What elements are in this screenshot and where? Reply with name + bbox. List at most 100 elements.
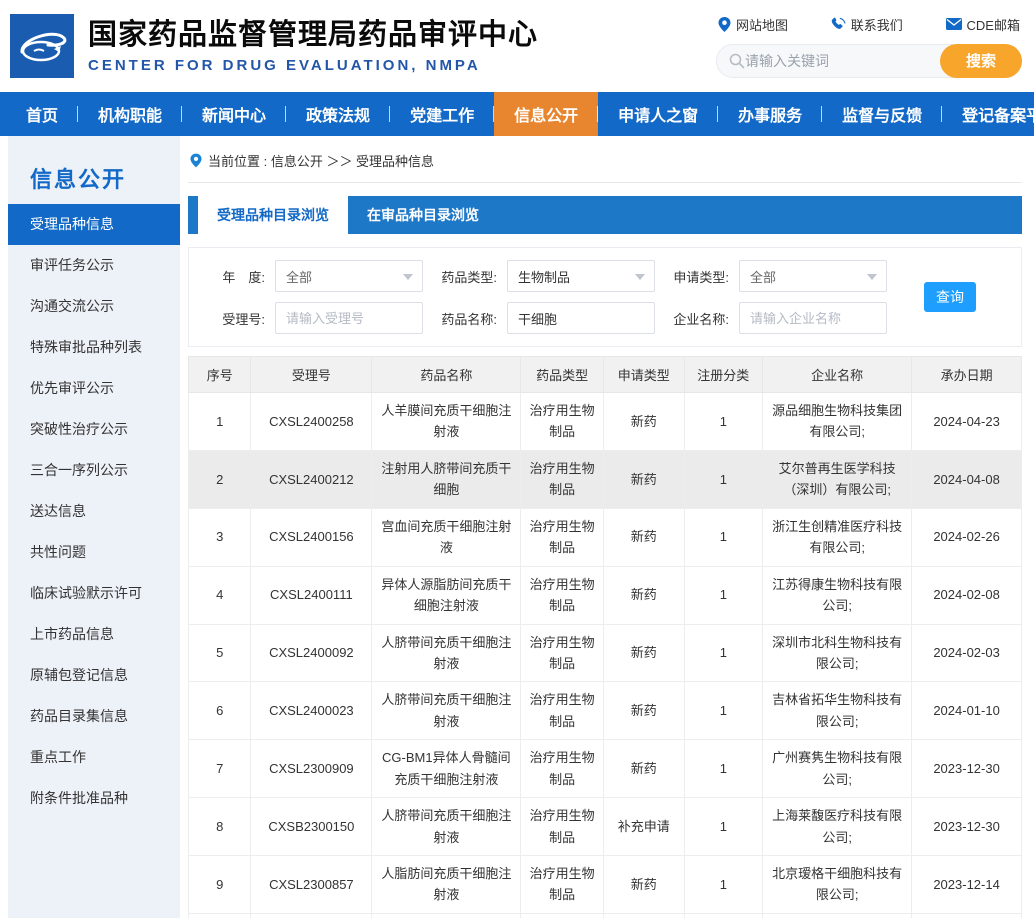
nav-item-label: 首页 xyxy=(26,102,58,126)
nav-item[interactable]: 首页 xyxy=(6,92,78,136)
sidebar-item[interactable]: 突破性治疗公示 xyxy=(8,409,180,450)
nav-item[interactable]: 党建工作 xyxy=(390,92,494,136)
tab-accepted-catalog[interactable]: 受理品种目录浏览 xyxy=(198,196,348,234)
apply-type-select[interactable]: 全部 xyxy=(739,260,887,292)
site-title: 国家药品监督管理局药品审评中心 xyxy=(88,18,538,53)
main-nav: 首页 机构职能 新闻中心 政策法规 党建工作 信息公开 申请人之窗 办事服务 监… xyxy=(0,92,1034,136)
nav-item[interactable]: 新闻中心 xyxy=(182,92,286,136)
sidebar-item-label: 优先审评公示 xyxy=(30,380,114,396)
cell-reg-class: 1 xyxy=(684,508,763,566)
cell-reg-class: 1 xyxy=(684,566,763,624)
chevron-down-icon xyxy=(635,274,645,280)
tab-under-review-catalog[interactable]: 在审品种目录浏览 xyxy=(348,196,498,234)
sidebar-item[interactable]: 附条件批准品种 xyxy=(8,778,180,819)
nav-item-label: 信息公开 xyxy=(514,102,578,126)
cell-no: 7 xyxy=(189,740,251,798)
sidebar-item[interactable]: 审评任务公示 xyxy=(8,245,180,286)
drug-name-label: 药品名称: xyxy=(423,309,507,328)
apply-type-label: 申请类型: xyxy=(655,267,739,286)
main-nav-list: 首页 机构职能 新闻中心 政策法规 党建工作 信息公开 申请人之窗 办事服务 监… xyxy=(0,92,1034,136)
cell-accept-no: CXSL2300857 xyxy=(251,856,372,914)
cell-date: 2024-02-03 xyxy=(912,624,1022,682)
cell-reg-class: 1 xyxy=(684,913,763,918)
table-row[interactable]: 1 CXSL2400258 人羊膜间充质干细胞注射液 治疗用生物制品 新药 1 … xyxy=(189,393,1022,451)
table-row[interactable]: 6 CXSL2400023 人脐带间充质干细胞注射液 治疗用生物制品 新药 1 … xyxy=(189,682,1022,740)
cell-drug-name: HBG基因修饰的自体CD34+造血干细胞注射液 xyxy=(372,913,521,918)
table-row[interactable]: 8 CXSB2300150 人脐带间充质干细胞注射液 治疗用生物制品 补充申请 … xyxy=(189,798,1022,856)
sidebar-item[interactable]: 沟通交流公示 xyxy=(8,286,180,327)
search-button[interactable]: 搜索 xyxy=(940,44,1022,78)
nav-item[interactable]: 监督与反馈 xyxy=(822,92,942,136)
cell-accept-no: CXSL2300909 xyxy=(251,740,372,798)
sidebar-item-label: 药品目录集信息 xyxy=(30,708,128,724)
sidebar-item[interactable]: 原辅包登记信息 xyxy=(8,655,180,696)
nav-item-label: 机构职能 xyxy=(98,102,162,126)
table-row[interactable]: 7 CXSL2300909 CG-BM1异体人骨髓间充质干细胞注射液 治疗用生物… xyxy=(189,740,1022,798)
table-row[interactable]: 5 CXSL2400092 人脐带间充质干细胞注射液 治疗用生物制品 新药 1 … xyxy=(189,624,1022,682)
sidebar-item-label: 审评任务公示 xyxy=(30,257,114,273)
mailbox-label: CDE邮箱 xyxy=(967,15,1020,34)
nav-item[interactable]: 政策法规 xyxy=(286,92,390,136)
year-select-value: 全部 xyxy=(286,267,312,286)
sidebar-item[interactable]: 受理品种信息 xyxy=(8,204,180,245)
accept-no-label: 受理号: xyxy=(203,309,275,328)
cell-company: 艾尔普再生医学科技（深圳）有限公司; xyxy=(763,450,912,508)
cell-accept-no: CXSB2300150 xyxy=(251,798,372,856)
cell-drug-type: 治疗用生物制品 xyxy=(521,508,604,566)
nav-item[interactable]: 登记备案平台 xyxy=(942,92,1034,136)
cell-accept-no: CXSL2400156 xyxy=(251,508,372,566)
year-select[interactable]: 全部 xyxy=(275,260,423,292)
search-input[interactable] xyxy=(745,53,934,69)
cell-company: 北京瑷格干细胞科技有限公司; xyxy=(763,856,912,914)
tabs-bar: 受理品种目录浏览 在审品种目录浏览 xyxy=(188,196,1022,234)
sidebar-item[interactable]: 三合一序列公示 xyxy=(8,450,180,491)
cell-no: 5 xyxy=(189,624,251,682)
nav-item[interactable]: 申请人之窗 xyxy=(598,92,718,136)
drug-type-select[interactable]: 生物制品 xyxy=(507,260,655,292)
mailbox-link[interactable]: CDE邮箱 xyxy=(946,15,1020,34)
query-button[interactable]: 查询 xyxy=(924,282,976,312)
sidebar-item[interactable]: 特殊审批品种列表 xyxy=(8,327,180,368)
sidebar-item-label: 重点工作 xyxy=(30,749,86,765)
sidebar-item[interactable]: 送达信息 xyxy=(8,491,180,532)
drug-name-input[interactable] xyxy=(507,302,655,334)
cell-drug-name: 人羊膜间充质干细胞注射液 xyxy=(372,393,521,451)
cell-accept-no: CXSL2400212 xyxy=(251,450,372,508)
nav-item-label: 申请人之窗 xyxy=(618,102,698,126)
table-row[interactable]: 3 CXSL2400156 宫血间充质干细胞注射液 治疗用生物制品 新药 1 浙… xyxy=(189,508,1022,566)
table-row[interactable]: 9 CXSL2300857 人脂肪间充质干细胞注射液 治疗用生物制品 新药 1 … xyxy=(189,856,1022,914)
nav-item[interactable]: 机构职能 xyxy=(78,92,182,136)
sidebar-item[interactable]: 优先审评公示 xyxy=(8,368,180,409)
accept-no-input[interactable] xyxy=(275,302,423,334)
chevron-down-icon xyxy=(867,274,877,280)
sitemap-link[interactable]: 网站地图 xyxy=(718,15,788,34)
company-input[interactable] xyxy=(739,302,887,334)
sidebar-item[interactable]: 药品目录集信息 xyxy=(8,696,180,737)
cell-accept-no: CXSL2400111 xyxy=(251,566,372,624)
table-header-row: 序号 受理号 药品名称 药品类型 申请类型 注册分类 企业名称 承办日期 xyxy=(189,357,1022,393)
cell-drug-type: 治疗用生物制品 xyxy=(521,624,604,682)
nav-item[interactable]: 办事服务 xyxy=(718,92,822,136)
sidebar-item[interactable]: 上市药品信息 xyxy=(8,614,180,655)
contact-label: 联系我们 xyxy=(851,15,903,34)
table-row[interactable]: 2 CXSL2400212 注射用人脐带间充质干细胞 治疗用生物制品 新药 1 … xyxy=(189,450,1022,508)
cell-apply-type: 新药 xyxy=(603,508,684,566)
cell-company: 广州瑞风生物科技有限公司; xyxy=(763,913,912,918)
col-header-drug-type: 药品类型 xyxy=(521,357,604,393)
nav-item[interactable]: 信息公开 xyxy=(494,92,598,136)
sidebar-item[interactable]: 重点工作 xyxy=(8,737,180,778)
sidebar: 信息公开 受理品种信息 审评任务公示 沟通交流公示 特殊审批品种列表 优先审评公… xyxy=(8,136,180,918)
cell-reg-class: 1 xyxy=(684,450,763,508)
cell-company: 源品细胞生物科技集团有限公司; xyxy=(763,393,912,451)
sidebar-item-label: 上市药品信息 xyxy=(30,626,114,642)
sidebar-item[interactable]: 共性问题 xyxy=(8,532,180,573)
cell-apply-type: 新药 xyxy=(603,450,684,508)
nav-item-label: 党建工作 xyxy=(410,102,474,126)
cell-date: 2024-04-23 xyxy=(912,393,1022,451)
nav-item-label: 监督与反馈 xyxy=(842,102,922,126)
table-row[interactable]: 4 CXSL2400111 异体人源脂肪间充质干细胞注射液 治疗用生物制品 新药… xyxy=(189,566,1022,624)
cell-date: 2023-12-30 xyxy=(912,740,1022,798)
table-row[interactable]: 10 CXSB2300138 HBG基因修饰的自体CD34+造血干细胞注射液 治… xyxy=(189,913,1022,918)
sidebar-item[interactable]: 临床试验默示许可 xyxy=(8,573,180,614)
contact-link[interactable]: 联系我们 xyxy=(831,15,903,34)
